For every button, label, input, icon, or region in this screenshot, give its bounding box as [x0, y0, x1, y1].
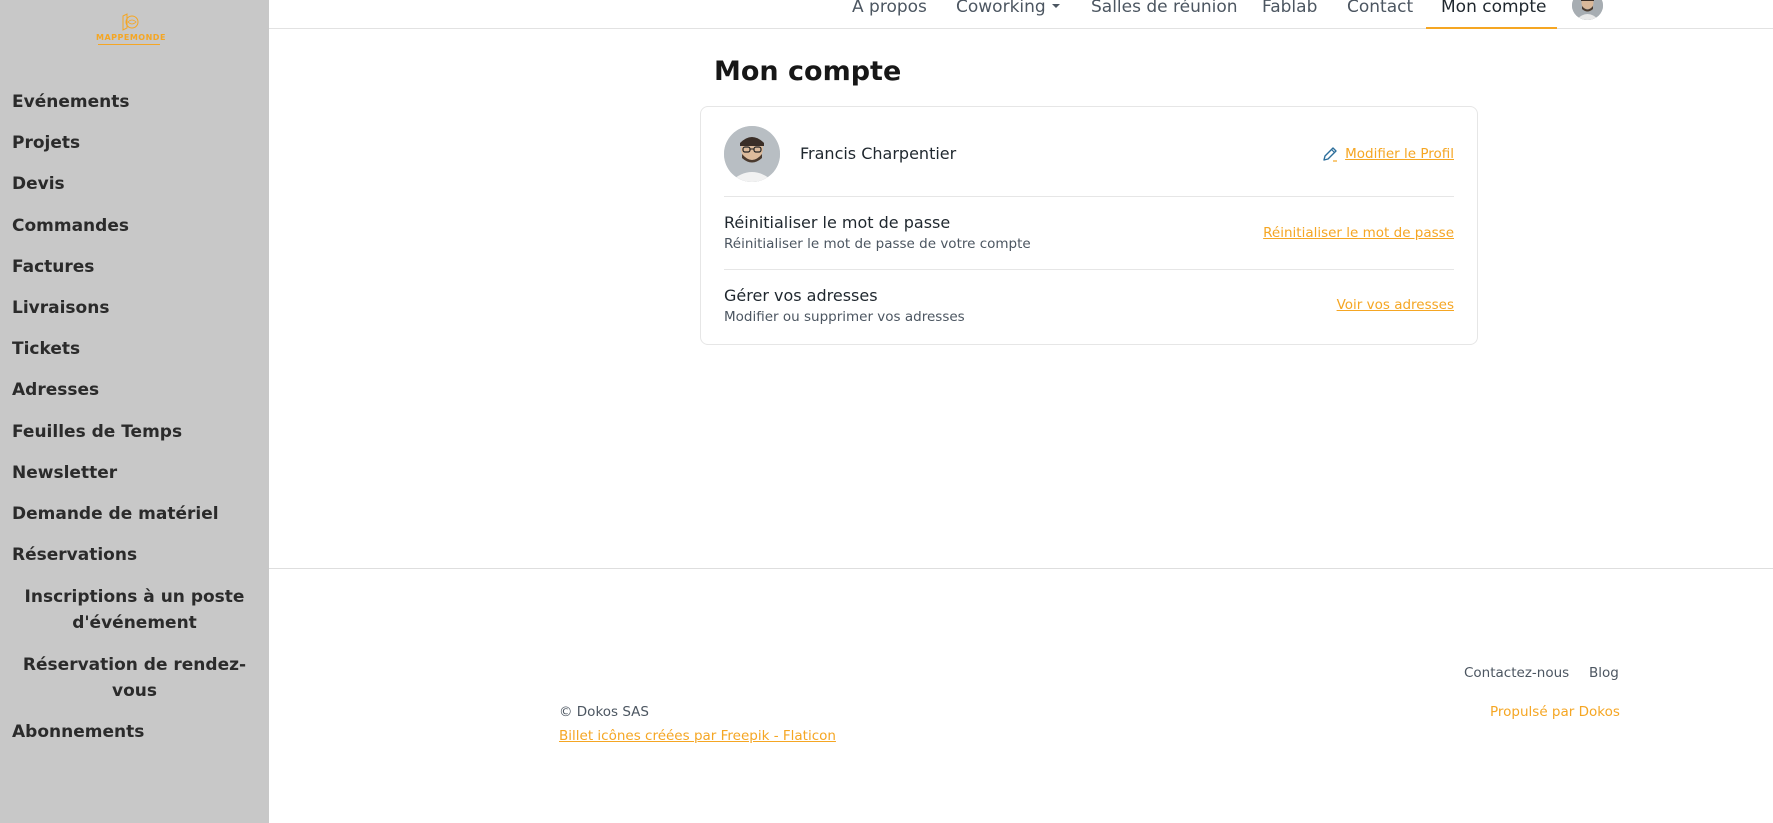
sidebar-item-projets[interactable]: Projets	[0, 123, 269, 164]
reset-password-title: Réinitialiser le mot de passe	[724, 213, 951, 232]
logo-underline	[98, 44, 160, 45]
user-avatar-menu[interactable]	[1572, 0, 1603, 20]
user-avatar-icon	[1572, 0, 1603, 20]
nav-link-coworking[interactable]: Coworking	[956, 0, 1060, 18]
edit-profile-link[interactable]: Modifier le Profil	[1321, 145, 1454, 163]
footer-credits-link[interactable]: Billet icônes créées par Freepik - Flati…	[559, 728, 836, 744]
active-tab-indicator	[1426, 27, 1557, 29]
globe-logo-icon	[122, 13, 139, 31]
nav-link-fablab[interactable]: Fablab	[1262, 0, 1317, 18]
sidebar-item-commandes[interactable]: Commandes	[0, 206, 269, 247]
footer-link-blog[interactable]: Blog	[1589, 665, 1619, 681]
sidebar: MAPPEMONDE Evénements Projets Devis Comm…	[0, 0, 269, 823]
sidebar-item-feuilles-de-temps[interactable]: Feuilles de Temps	[0, 412, 269, 453]
sidebar-item-tickets[interactable]: Tickets	[0, 329, 269, 370]
sidebar-subitem-rendez-vous[interactable]: Réservation de rendez-vous	[0, 644, 269, 712]
sidebar-nav: Evénements Projets Devis Commandes Factu…	[0, 82, 269, 753]
addresses-description: Modifier ou supprimer vos adresses	[724, 309, 965, 325]
sidebar-item-factures[interactable]: Factures	[0, 247, 269, 288]
user-name: Francis Charpentier	[800, 144, 957, 163]
nav-link-contact[interactable]: Contact	[1347, 0, 1413, 18]
nav-link-mon-compte[interactable]: Mon compte	[1441, 0, 1546, 18]
page-title: Mon compte	[714, 56, 902, 87]
reset-password-description: Réinitialiser le mot de passe de votre c…	[724, 236, 1031, 252]
sidebar-item-newsletter[interactable]: Newsletter	[0, 453, 269, 494]
view-addresses-link[interactable]: Voir vos adresses	[1337, 297, 1454, 313]
footer-link-contact[interactable]: Contactez-nous	[1464, 665, 1569, 681]
sidebar-item-adresses[interactable]: Adresses	[0, 370, 269, 411]
sidebar-item-reservations[interactable]: Réservations	[0, 535, 269, 576]
profile-photo-icon	[724, 126, 780, 182]
profile-row: Francis Charpentier Modifier le Profil	[724, 107, 1454, 197]
sidebar-item-livraisons[interactable]: Livraisons	[0, 288, 269, 329]
nav-link-salles-de-reunion[interactable]: Salles de réunion	[1091, 0, 1238, 18]
avatar	[724, 126, 780, 182]
reset-password-link[interactable]: Réinitialiser le mot de passe	[1263, 225, 1454, 241]
logo[interactable]: MAPPEMONDE	[96, 12, 166, 56]
addresses-title: Gérer vos adresses	[724, 286, 878, 305]
reset-password-row: Réinitialiser le mot de passe Réinitiali…	[724, 197, 1454, 270]
account-card: Francis Charpentier Modifier le Profil R…	[700, 106, 1478, 345]
sidebar-subitem-inscriptions[interactable]: Inscriptions à un poste d'événement	[0, 576, 269, 644]
footer-copyright: © Dokos SAS	[559, 704, 649, 720]
addresses-row: Gérer vos adresses Modifier ou supprimer…	[724, 270, 1454, 345]
footer-powered-by-link[interactable]: Propulsé par Dokos	[1490, 704, 1620, 720]
sidebar-item-abonnements[interactable]: Abonnements	[0, 712, 269, 753]
sidebar-item-evenements[interactable]: Evénements	[0, 82, 269, 123]
pencil-icon	[1323, 147, 1338, 162]
footer: Contactez-nous Blog © Dokos SAS Billet i…	[269, 568, 1773, 823]
nav-link-coworking-label: Coworking	[956, 0, 1046, 17]
top-nav: À propos Coworking Salles de réunion Fab…	[269, 0, 1773, 29]
nav-link-a-propos[interactable]: À propos	[852, 0, 927, 18]
sidebar-item-devis[interactable]: Devis	[0, 164, 269, 205]
sidebar-item-demande-materiel[interactable]: Demande de matériel	[0, 494, 269, 535]
edit-profile-label[interactable]: Modifier le Profil	[1345, 146, 1454, 162]
chevron-down-icon	[1051, 3, 1060, 8]
brand-name: MAPPEMONDE	[96, 33, 166, 42]
